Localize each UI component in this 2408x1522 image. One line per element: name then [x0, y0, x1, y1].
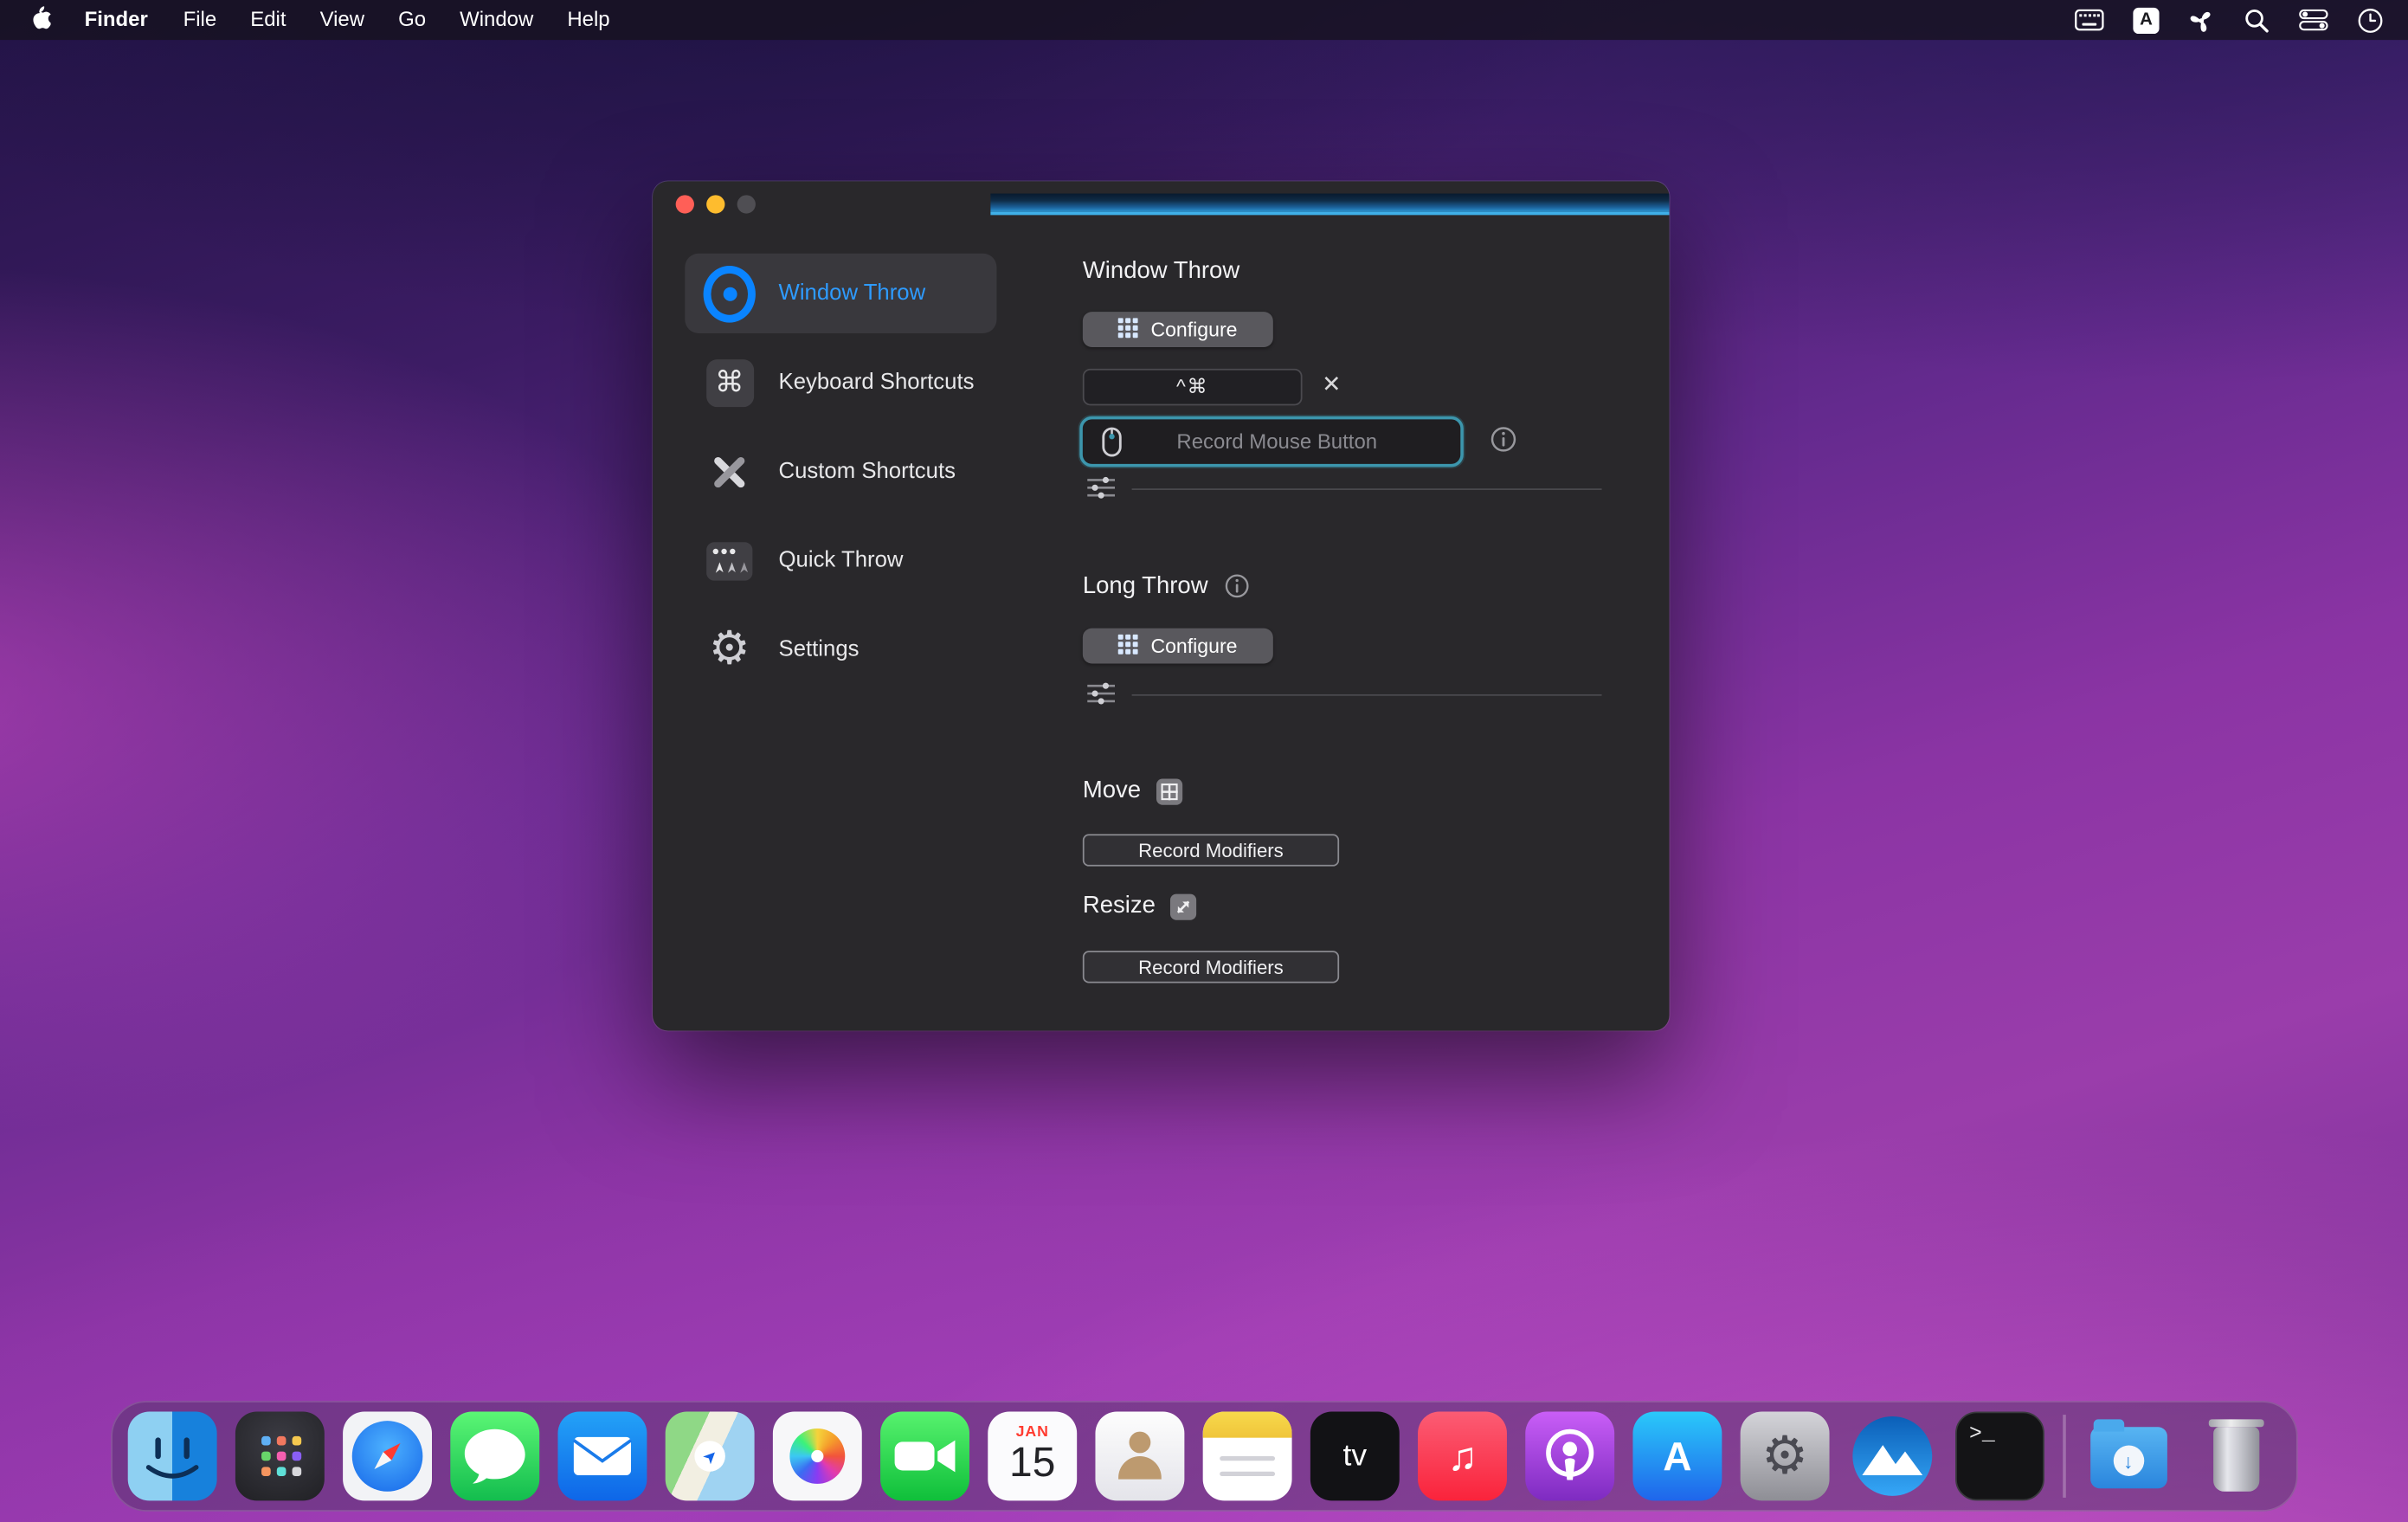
minimize-button[interactable]	[706, 195, 724, 213]
dock-finder-icon[interactable]	[128, 1412, 217, 1501]
sidebar-item-keyboard-shortcuts[interactable]: ⌘ Keyboard Shortcuts	[685, 343, 996, 422]
search-icon[interactable]	[2244, 7, 2270, 33]
dock-terminal-icon[interactable]: >_	[1955, 1412, 2044, 1501]
gear-icon: ⚙	[704, 623, 756, 675]
crossed-tools-icon	[704, 446, 756, 498]
record-mouse-button-field[interactable]: Record Mouse Button	[1079, 416, 1464, 468]
fan-icon[interactable]	[2188, 7, 2214, 33]
sidebar-item-label: Keyboard Shortcuts	[779, 371, 975, 395]
cursor-window-icon	[704, 534, 756, 586]
sidebar-item-label: Settings	[779, 637, 860, 661]
dock-messages-icon[interactable]	[450, 1412, 539, 1501]
dock-calendar-icon[interactable]: JAN 15	[988, 1412, 1077, 1501]
dock-photos-icon[interactable]	[773, 1412, 862, 1501]
divider	[1132, 488, 1602, 490]
menu-item-file[interactable]: File	[166, 0, 234, 40]
long-throw-info-icon[interactable]	[1223, 573, 1251, 601]
dock-safari-icon[interactable]	[343, 1412, 432, 1501]
sidebar-item-quick-throw[interactable]: Quick Throw	[685, 520, 996, 600]
clock-icon[interactable]	[2357, 7, 2383, 33]
sidebar-item-label: Window Throw	[779, 281, 926, 306]
dock-mountain-app-icon[interactable]	[1848, 1412, 1937, 1501]
dock: ➤ JAN 15 tv ♫ A ⚙ >_ ↓	[111, 1401, 2297, 1512]
resize-diagonal-icon	[1171, 893, 1197, 919]
clear-shortcut-button[interactable]: ✕	[1315, 367, 1349, 401]
dock-maps-icon[interactable]: ➤	[666, 1412, 755, 1501]
sidebar: Window Throw ⌘ Keyboard Shortcuts Custom…	[685, 254, 996, 700]
long-throw-heading: Long Throw	[1083, 573, 1251, 601]
sliders-disclosure-icon[interactable]	[1087, 682, 1117, 706]
sidebar-item-label: Quick Throw	[779, 548, 904, 572]
app-window: Window Throw ⌘ Keyboard Shortcuts Custom…	[653, 181, 1670, 1030]
dock-divider	[2063, 1415, 2065, 1498]
menu-item-view[interactable]: View	[303, 0, 382, 40]
dock-trash-icon[interactable]	[2191, 1412, 2280, 1501]
window-throw-configure-button[interactable]: Configure	[1083, 312, 1273, 347]
input-source-a-icon[interactable]: A	[2133, 7, 2159, 33]
move-heading: Move	[1083, 777, 1182, 805]
sliders-disclosure-icon[interactable]	[1087, 476, 1117, 500]
sidebar-item-settings[interactable]: ⚙ Settings	[685, 609, 996, 689]
dock-system-preferences-icon[interactable]: ⚙	[1741, 1412, 1830, 1501]
menu-item-window[interactable]: Window	[443, 0, 550, 40]
menu-item-help[interactable]: Help	[550, 0, 627, 40]
menu-bar: Finder File Edit View Go Window Help A	[0, 0, 2408, 40]
long-throw-configure-button[interactable]: Configure	[1083, 629, 1273, 664]
keyboard-icon[interactable]	[2075, 10, 2104, 31]
mouse-icon	[1097, 425, 1127, 459]
close-button[interactable]	[676, 195, 694, 213]
keyboard-shortcut-field[interactable]: ^⌘	[1083, 369, 1303, 406]
apple-logo-icon	[28, 4, 51, 35]
dock-podcasts-icon[interactable]	[1525, 1412, 1614, 1501]
control-center-icon[interactable]	[2299, 10, 2328, 31]
dock-mail-icon[interactable]	[557, 1412, 647, 1501]
dock-downloads-icon[interactable]: ↓	[2083, 1412, 2173, 1501]
calendar-month: JAN	[1016, 1424, 1049, 1441]
dock-appletv-icon[interactable]: tv	[1310, 1412, 1400, 1501]
menu-item-finder[interactable]: Finder	[66, 0, 166, 40]
record-circle-icon	[704, 268, 756, 319]
resize-record-modifiers-button[interactable]: Record Modifiers	[1083, 951, 1339, 983]
content-pane: Window Throw Configure ^⌘ ✕ Record Mouse…	[1083, 181, 1670, 1030]
grid-icon	[1118, 634, 1138, 658]
command-key-icon: ⌘	[704, 357, 756, 409]
dock-contacts-icon[interactable]	[1095, 1412, 1184, 1501]
sidebar-item-custom-shortcuts[interactable]: Custom Shortcuts	[685, 432, 996, 512]
divider	[1132, 694, 1602, 696]
move-grid-icon	[1156, 778, 1182, 804]
window-throw-heading: Window Throw	[1083, 258, 1239, 286]
dock-appstore-icon[interactable]: A	[1632, 1412, 1722, 1501]
sidebar-item-label: Custom Shortcuts	[779, 459, 956, 483]
apple-menu[interactable]	[24, 4, 66, 35]
dock-notes-icon[interactable]	[1203, 1412, 1292, 1501]
info-icon[interactable]	[1490, 425, 1517, 453]
record-mouse-placeholder: Record Mouse Button	[1127, 430, 1426, 454]
zoom-button[interactable]	[737, 195, 756, 213]
resize-heading: Resize	[1083, 893, 1197, 920]
move-record-modifiers-button[interactable]: Record Modifiers	[1083, 834, 1339, 866]
dock-facetime-icon[interactable]	[880, 1412, 969, 1501]
sidebar-item-window-throw[interactable]: Window Throw	[685, 254, 996, 333]
desktop: Finder File Edit View Go Window Help A	[0, 0, 2408, 1522]
menu-item-go[interactable]: Go	[382, 0, 443, 40]
calendar-day: 15	[1009, 1439, 1055, 1487]
menu-item-edit[interactable]: Edit	[234, 0, 303, 40]
dock-music-icon[interactable]: ♫	[1418, 1412, 1507, 1501]
dock-launchpad-icon[interactable]	[235, 1412, 325, 1501]
grid-icon	[1118, 317, 1138, 341]
